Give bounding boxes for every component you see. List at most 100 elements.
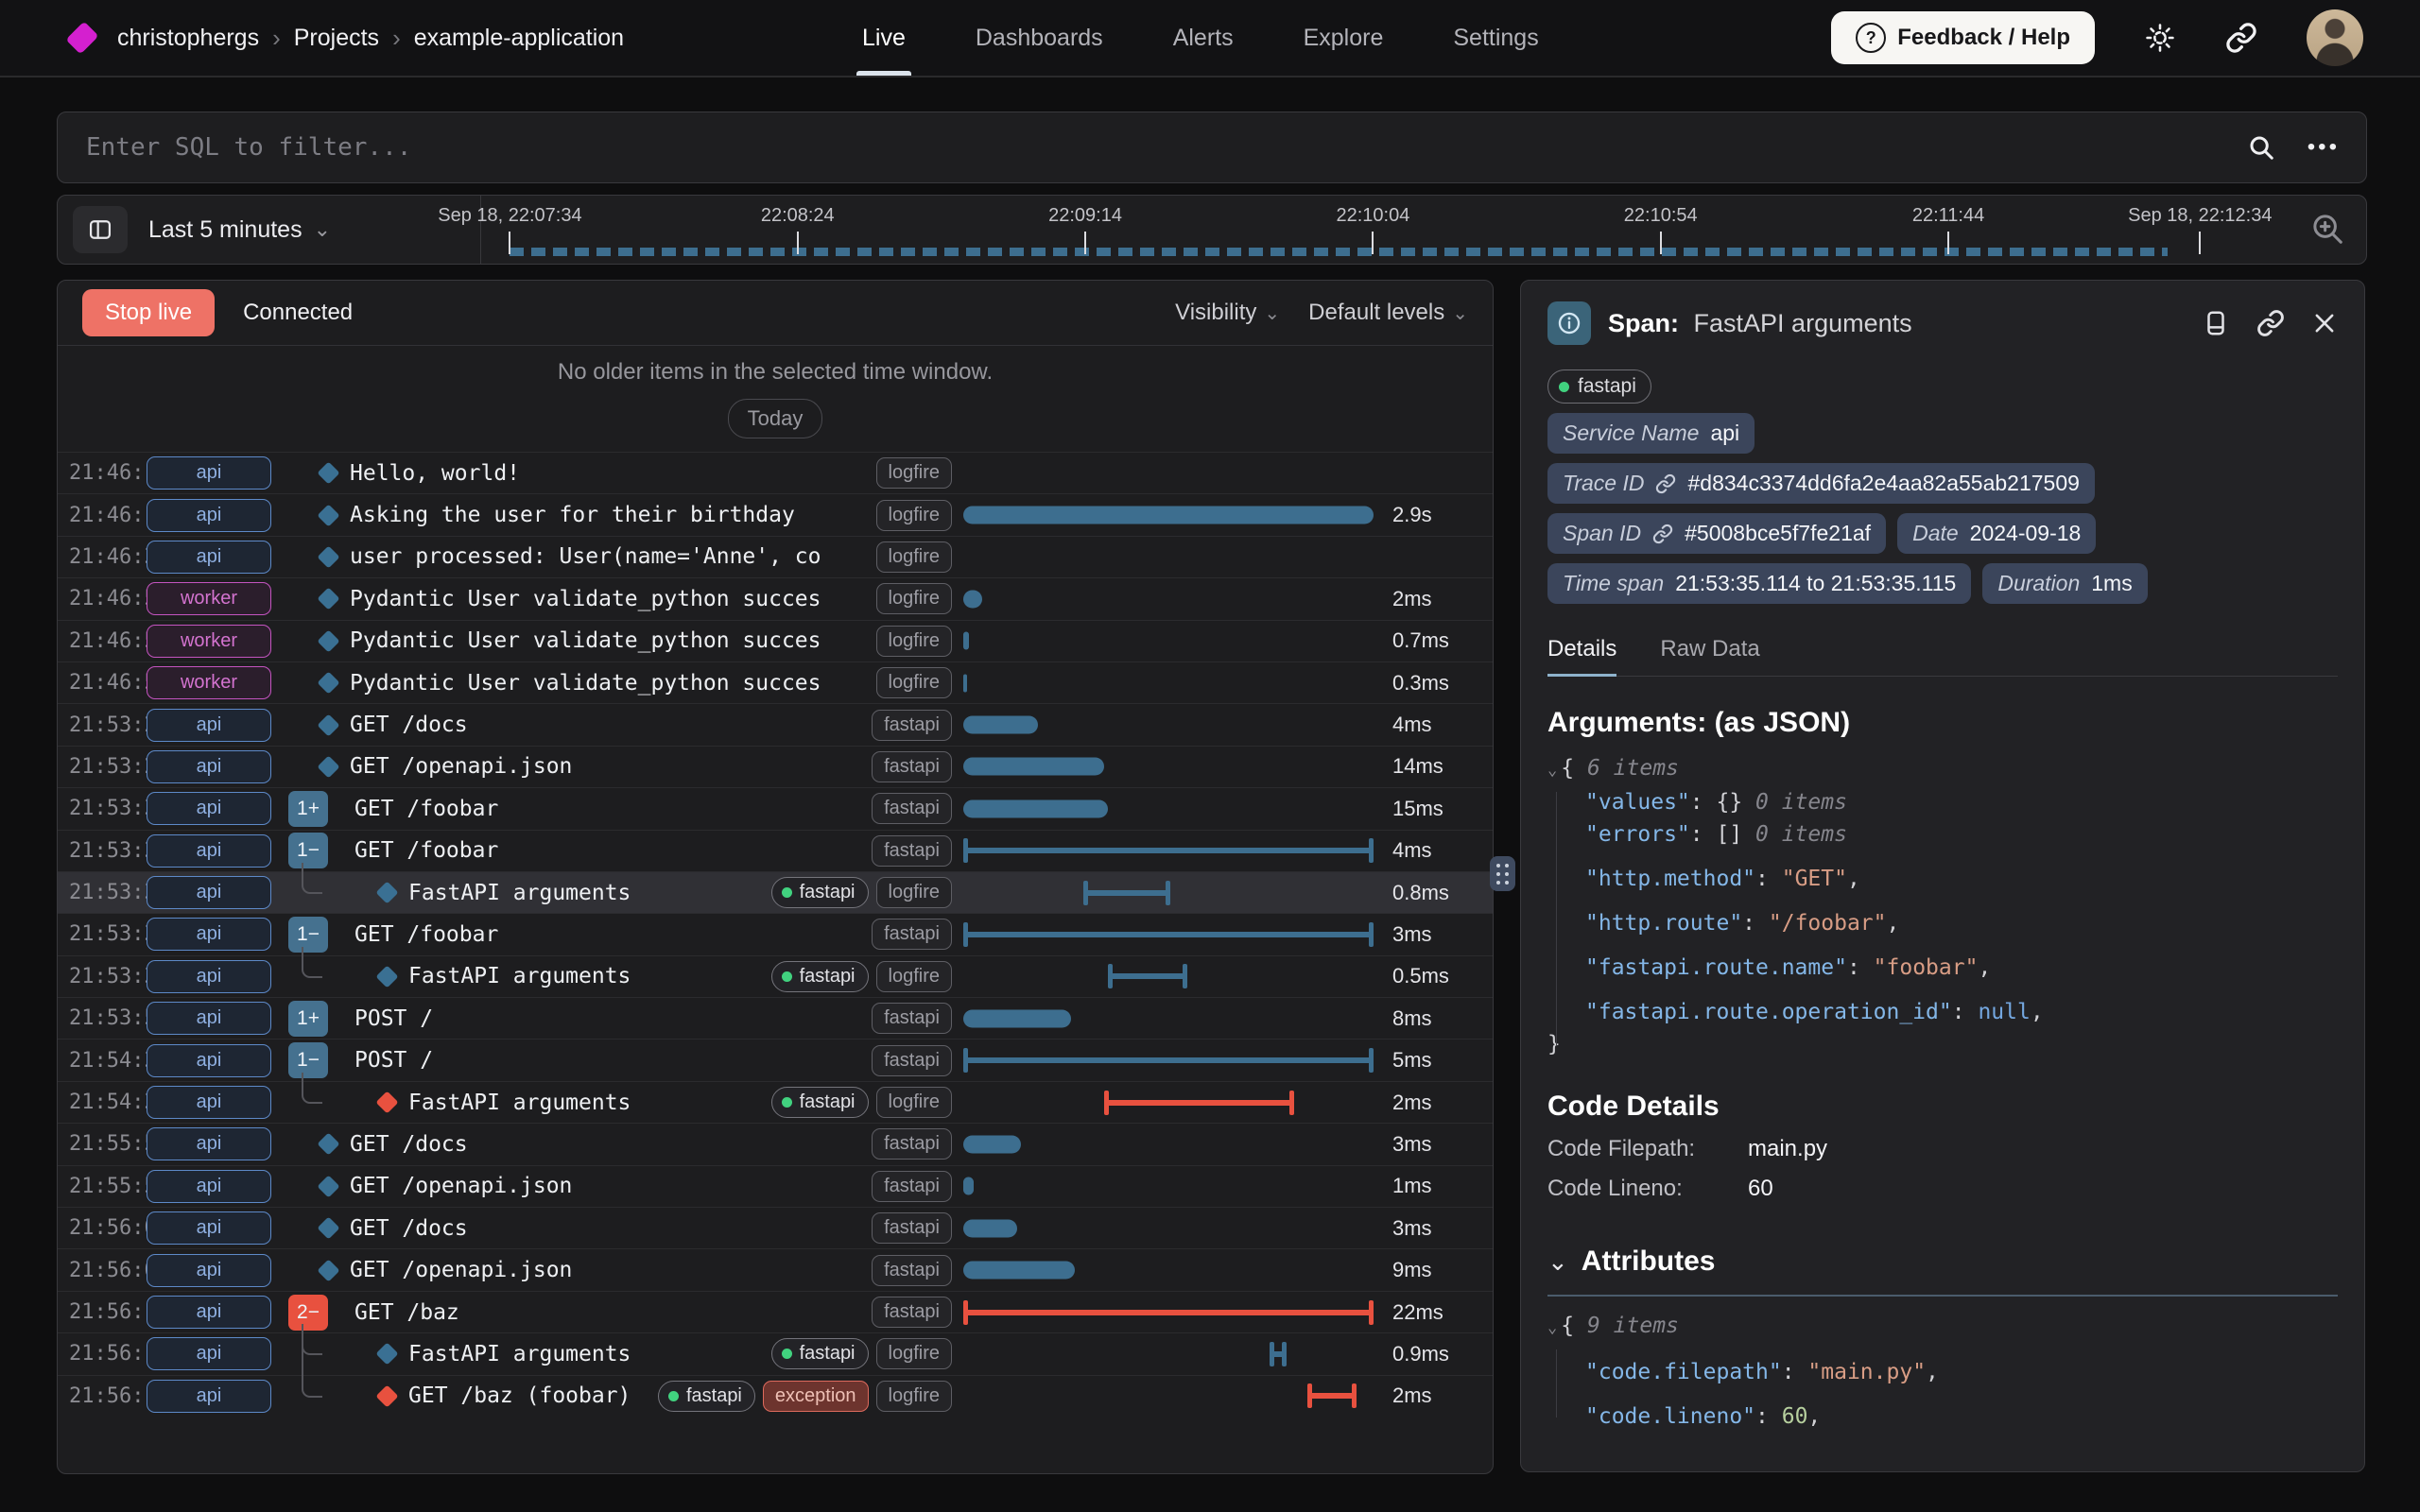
fastapi-badge[interactable]: fastapi	[872, 919, 952, 950]
trace-row[interactable]: 21:56:13 api 2− GET /baz fastapi 22ms	[58, 1291, 1493, 1332]
service-tag-badge[interactable]: api	[147, 1127, 271, 1160]
trace-row[interactable]: 21:56:09 api GET /openapi.json fastapi 9…	[58, 1248, 1493, 1290]
service-tag-badge[interactable]: api	[147, 1002, 271, 1035]
logfire-badge[interactable]: logfire	[876, 457, 952, 489]
row-message[interactable]: GET /foobar	[354, 922, 872, 947]
trace-row[interactable]: 21:53:56 api 1+ POST / fastapi 8ms	[58, 997, 1493, 1039]
fastapi-badge[interactable]: fastapi	[872, 751, 952, 782]
fastapi-badge[interactable]: fastapi	[872, 1212, 952, 1244]
exception-badge[interactable]: exception	[763, 1381, 869, 1412]
service-tag-badge[interactable]: api	[147, 709, 271, 742]
nav-tab-settings[interactable]: Settings	[1453, 0, 1538, 76]
row-message[interactable]: GET /docs	[350, 1132, 872, 1157]
logfire-badge[interactable]: logfire	[876, 541, 952, 573]
collapse-toggle[interactable]: 1+	[288, 791, 328, 827]
row-message[interactable]: FastAPI arguments	[408, 881, 771, 905]
nav-tab-explore[interactable]: Explore	[1304, 0, 1384, 76]
theme-toggle-icon[interactable]	[2144, 22, 2176, 54]
trace-row[interactable]: 21:55:58 api GET /openapi.json fastapi 1…	[58, 1165, 1493, 1207]
row-message[interactable]: GET /openapi.json	[350, 754, 872, 779]
logfire-badge[interactable]: logfire	[876, 500, 952, 531]
logfire-badge[interactable]: logfire	[876, 1381, 952, 1412]
trace-row[interactable]: 21:53:28 api GET /docs fastapi 4ms	[58, 703, 1493, 745]
row-message[interactable]: GET /docs	[350, 1216, 872, 1241]
today-button[interactable]: Today	[728, 399, 823, 438]
time-range-dropdown[interactable]: Last 5 minutes ⌄	[148, 196, 331, 264]
trace-row[interactable]: 21:46:33 api user processed: User(name='…	[58, 536, 1493, 577]
logfire-logo-icon[interactable]	[65, 21, 98, 54]
default-levels-dropdown[interactable]: Default levels⌄	[1308, 300, 1468, 326]
arguments-json-tree[interactable]: ⌄{ 6 items"values": {} 0 items"errors": …	[1547, 752, 2338, 1060]
fastapi-badge[interactable]: fastapi	[872, 1128, 952, 1160]
fastapi-dot-badge[interactable]: fastapi	[658, 1381, 755, 1412]
trace-row[interactable]: 21:56:13 api GET /baz (foobar) fastapiex…	[58, 1375, 1493, 1417]
logfire-badge[interactable]: logfire	[876, 961, 952, 992]
trace-row[interactable]: 21:46:19 api Hello, world! logfire	[58, 452, 1493, 493]
close-icon[interactable]	[2311, 310, 2338, 336]
fastapi-dot-badge[interactable]: fastapi	[771, 1087, 869, 1118]
nav-tab-live[interactable]: Live	[862, 0, 906, 76]
fastapi-tag-pill[interactable]: fastapi	[1547, 369, 1651, 404]
chevron-down-icon[interactable]: ⌄	[1547, 1247, 1568, 1277]
logfire-badge[interactable]: logfire	[876, 626, 952, 657]
breadcrumb-item[interactable]: Projects	[294, 25, 379, 52]
nav-tab-dashboards[interactable]: Dashboards	[976, 0, 1103, 76]
trace-row[interactable]: 21:56:13 api FastAPI arguments fastapilo…	[58, 1332, 1493, 1374]
trace-row[interactable]: 21:54:37 api 1− POST / fastapi 5ms	[58, 1039, 1493, 1080]
timeline[interactable]: Sep 18, 22:07:3422:08:2422:09:1422:10:04…	[481, 196, 2279, 264]
trace-row[interactable]: 21:46:55 worker Pydantic User validate_p…	[58, 577, 1493, 619]
service-tag-badge[interactable]: api	[147, 1086, 271, 1119]
breadcrumb-item[interactable]: christophergs	[117, 25, 259, 52]
fastapi-badge[interactable]: fastapi	[872, 1297, 952, 1328]
trace-row[interactable]: 21:46:55 worker Pydantic User validate_p…	[58, 662, 1493, 703]
service-tag-badge[interactable]: api	[147, 1296, 271, 1329]
service-tag-badge[interactable]: worker	[147, 582, 271, 615]
service-tag-badge[interactable]: api	[147, 1254, 271, 1287]
row-message[interactable]: Asking the user for their birthday	[350, 503, 876, 527]
collapse-caret-icon[interactable]: ⌄	[1547, 1318, 1557, 1337]
fastapi-badge[interactable]: fastapi	[872, 1003, 952, 1034]
service-tag-badge[interactable]: api	[147, 1170, 271, 1203]
service-tag-badge[interactable]: api	[147, 541, 271, 574]
service-tag-badge[interactable]: api	[147, 834, 271, 868]
visibility-dropdown[interactable]: Visibility⌄	[1175, 300, 1280, 326]
row-message[interactable]: Hello, world!	[350, 461, 876, 486]
trace-row[interactable]: 21:54:37 api FastAPI arguments fastapilo…	[58, 1081, 1493, 1123]
service-tag-badge[interactable]: api	[147, 960, 271, 993]
row-message[interactable]: FastAPI arguments	[408, 964, 771, 988]
tab-details[interactable]: Details	[1547, 636, 1616, 676]
row-message[interactable]: GET /docs	[350, 713, 872, 737]
row-message[interactable]: GET /openapi.json	[350, 1258, 872, 1282]
service-tag-badge[interactable]: api	[147, 918, 271, 951]
service-tag-badge[interactable]: worker	[147, 666, 271, 699]
logfire-badge[interactable]: logfire	[876, 1087, 952, 1118]
collapse-toggle[interactable]: 1+	[288, 1001, 328, 1037]
row-message[interactable]: Pydantic User validate_python succes	[350, 671, 876, 696]
user-avatar[interactable]	[2307, 9, 2363, 66]
service-tag-badge[interactable]: api	[147, 876, 271, 909]
fastapi-badge[interactable]: fastapi	[872, 835, 952, 867]
service-tag-badge[interactable]: api	[147, 456, 271, 490]
row-message[interactable]: FastAPI arguments	[408, 1091, 771, 1115]
collapse-caret-icon[interactable]: ⌄	[1547, 761, 1557, 780]
fastapi-badge[interactable]: fastapi	[872, 1171, 952, 1202]
row-message[interactable]: GET /baz (foobar)	[408, 1383, 658, 1408]
fastapi-badge[interactable]: fastapi	[872, 1045, 952, 1076]
stop-live-button[interactable]: Stop live	[82, 289, 215, 336]
trace-row[interactable]: 21:46:19 api Asking the user for their b…	[58, 493, 1493, 535]
row-message[interactable]: POST /	[354, 1048, 872, 1073]
trace-row[interactable]: 21:53:35 api FastAPI arguments fastapilo…	[58, 955, 1493, 997]
fastapi-badge[interactable]: fastapi	[872, 793, 952, 824]
row-message[interactable]: GET /openapi.json	[350, 1174, 872, 1198]
feedback-help-button[interactable]: ? Feedback / Help	[1831, 11, 2095, 64]
fastapi-dot-badge[interactable]: fastapi	[771, 961, 869, 992]
trace-row[interactable]: 21:53:35 api 1− GET /foobar fastapi 4ms	[58, 830, 1493, 871]
row-message[interactable]: GET /foobar	[354, 797, 872, 821]
fastapi-dot-badge[interactable]: fastapi	[771, 1338, 869, 1369]
trace-row[interactable]: 21:53:33 api 1+ GET /foobar fastapi 15ms	[58, 787, 1493, 829]
trace-row[interactable]: 21:55:58 api GET /docs fastapi 3ms	[58, 1123, 1493, 1164]
nav-tab-alerts[interactable]: Alerts	[1173, 0, 1234, 76]
logfire-badge[interactable]: logfire	[876, 583, 952, 614]
trace-row[interactable]: 21:53:28 api GET /openapi.json fastapi 1…	[58, 746, 1493, 787]
service-tag-badge[interactable]: api	[147, 1211, 271, 1245]
